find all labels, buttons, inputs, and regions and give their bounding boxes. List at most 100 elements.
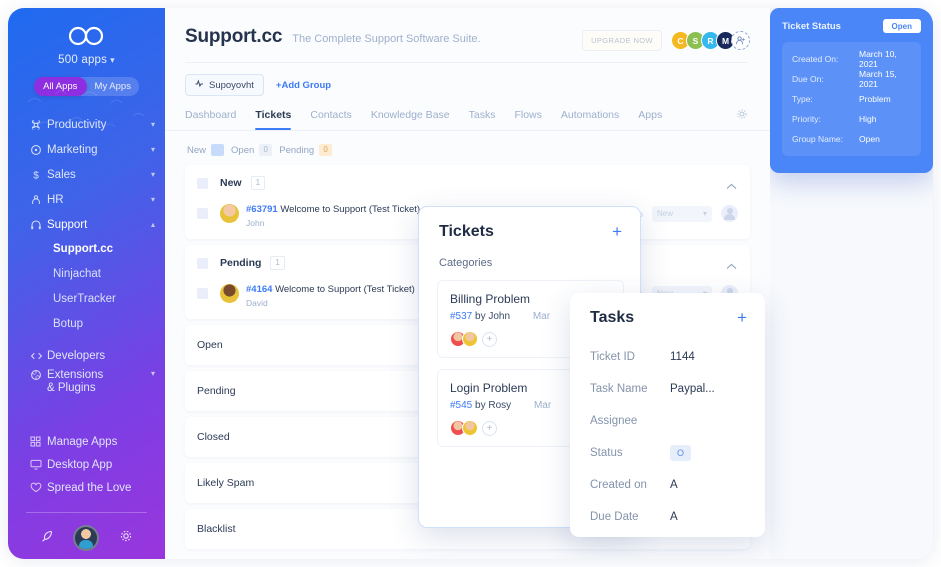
sidebar-item-productivity[interactable]: Productivity ▾ [8, 112, 165, 137]
tab-dashboard[interactable]: Dashboard [185, 109, 236, 130]
sidebar-item-label: Manage Apps [47, 435, 118, 448]
status-field-label: Group Name: [792, 134, 844, 144]
tasks-panel-title: Tasks [590, 309, 635, 326]
tab-automations[interactable]: Automations [561, 109, 619, 130]
status-detail-list: Created On: March 10, 2021 Due On: March… [782, 42, 921, 156]
tasks-panel[interactable]: Tasks + Ticket ID 1144 Task Name Paypal.… [570, 293, 765, 537]
sidebar-item-support[interactable]: Support ▴ [8, 212, 165, 237]
sidebar-item-label-2: & Plugins [47, 382, 96, 394]
group-collapse-chevron-up-icon[interactable] [726, 177, 737, 195]
feather-icon[interactable] [40, 529, 54, 548]
apps-count[interactable]: 500 apps ▾ [8, 54, 165, 66]
filter-badge: 0 [319, 144, 333, 156]
status-badge: Open [882, 19, 921, 33]
category-ticket-id[interactable]: #537 [450, 311, 472, 322]
task-detail-list: Ticket ID 1144 Task Name Paypal... Assig… [570, 327, 765, 533]
app-logo[interactable] [8, 26, 165, 51]
group-chip-label: Supoyovht [209, 79, 254, 91]
tab-flows[interactable]: Flows [514, 109, 541, 130]
group-chip[interactable]: Supoyovht [185, 74, 264, 96]
avatar [220, 284, 239, 303]
sidebar-item-support-cc[interactable]: Support.cc [8, 237, 165, 262]
tickets-panel-title: Tickets [439, 223, 494, 240]
add-user-icon[interactable] [731, 31, 750, 50]
sidebar-bottom-nav: Manage Apps Desktop App Spread the Love [8, 430, 165, 499]
sidebar-item-developers[interactable]: Developers [8, 343, 165, 368]
filter-new[interactable]: New [187, 144, 225, 156]
chevron-down-icon: ▾ [110, 55, 115, 65]
settings-gear-icon[interactable] [736, 107, 748, 125]
tab-apps[interactable]: Apps [638, 109, 662, 130]
sidebar-item-ninjachat[interactable]: Ninjachat [8, 262, 165, 287]
add-ticket-plus-icon[interactable]: + [612, 223, 622, 240]
headset-icon [30, 219, 47, 231]
tab-contacts[interactable]: Contacts [310, 109, 351, 130]
ticket-status-panel[interactable]: Ticket Status Open Created On: March 10,… [770, 8, 933, 173]
add-task-plus-icon[interactable]: + [737, 309, 747, 326]
filter-pending[interactable]: Pending 0 [279, 144, 333, 156]
sidebar-item-label: HR [47, 193, 64, 206]
add-group-button[interactable]: +Add Group [276, 80, 331, 91]
ticket-subject: Welcome to Support (Test Ticket) [275, 284, 415, 295]
group-title: Blacklist [197, 523, 236, 535]
sidebar-item-label: Extensions [47, 369, 104, 381]
ticket-id[interactable]: #63791 [246, 204, 278, 215]
group-title: Pending [220, 257, 262, 269]
activity-icon [195, 79, 204, 91]
sidebar-item-label: Desktop App [47, 458, 113, 471]
sidebar-item-desktop-app[interactable]: Desktop App [8, 453, 165, 476]
sidebar-item-spread-the-love[interactable]: Spread the Love [8, 476, 165, 499]
chevron-down-icon: ▾ [150, 145, 155, 154]
upgrade-now-button[interactable]: UPGRADE NOW [582, 30, 662, 51]
ticket-author: David [246, 298, 268, 308]
filter-open[interactable]: Open 0 [231, 144, 273, 156]
status-field-value: Problem [859, 94, 891, 104]
group-checkbox[interactable] [197, 177, 208, 189]
sidebar-item-extensions-plugins[interactable]: Extensions & Plugins ▾ [8, 368, 165, 402]
category-ticket-id[interactable]: #545 [450, 400, 472, 411]
ticket-checkbox[interactable] [197, 208, 208, 219]
tab-tickets[interactable]: Tickets [255, 109, 292, 130]
status-detail-row: Priority: High [792, 109, 911, 129]
ticket-id[interactable]: #4164 [246, 284, 272, 295]
sidebar-item-sales[interactable]: $ Sales ▾ [8, 162, 165, 187]
sidebar-item-label: Developers [47, 349, 106, 362]
add-member-plus-icon[interactable]: + [482, 420, 497, 436]
sidebar-item-label: Spread the Love [47, 481, 132, 494]
group-collapse-chevron-up-icon[interactable] [726, 257, 737, 275]
avatar[interactable] [462, 331, 478, 347]
add-member-plus-icon[interactable]: + [482, 331, 497, 347]
status-field-label: Type: [792, 94, 813, 104]
status-filters: New Open 0 Pending 0 [165, 131, 770, 156]
ticket-status-select[interactable]: New ▾ [652, 205, 712, 222]
apps-count-label: 500 apps [58, 54, 108, 66]
gear-icon[interactable] [119, 529, 133, 548]
sidebar-divider [26, 512, 147, 513]
sidebar-item-hr[interactable]: HR ▾ [8, 187, 165, 212]
task-field-label: Created on [590, 479, 647, 491]
sidebar-item-label: Marketing [47, 143, 98, 156]
tab-tasks[interactable]: Tasks [469, 109, 496, 130]
ticket-subject: Welcome to Support (Test Ticket) [280, 204, 421, 215]
assignee-avatar[interactable] [721, 205, 738, 222]
group-header: New 1 [197, 176, 738, 190]
infinity-logo-icon [68, 26, 103, 46]
task-field-label: Assignee [590, 415, 638, 427]
group-checkbox[interactable] [197, 257, 208, 269]
sidebar-item-usertracker[interactable]: UserTracker [8, 287, 165, 312]
grid-icon [30, 436, 47, 447]
status-detail-row: Type: Problem [792, 89, 911, 109]
ticket-checkbox[interactable] [197, 288, 208, 299]
ticket-author: John [246, 218, 265, 228]
sidebar-item-botup[interactable]: Botup [8, 312, 165, 337]
status-detail-row: Due On: March 15, 2021 [792, 69, 911, 89]
sidebar-item-marketing[interactable]: Marketing ▾ [8, 137, 165, 162]
sidebar-footer [8, 525, 165, 551]
command-icon [30, 119, 47, 131]
user-avatar[interactable] [73, 525, 100, 551]
avatar[interactable] [462, 420, 478, 436]
group-count: 1 [270, 256, 285, 270]
sidebar-item-label: Support [47, 218, 88, 231]
tab-knowledge-base[interactable]: Knowledge Base [371, 109, 450, 130]
sidebar-item-manage-apps[interactable]: Manage Apps [8, 430, 165, 453]
